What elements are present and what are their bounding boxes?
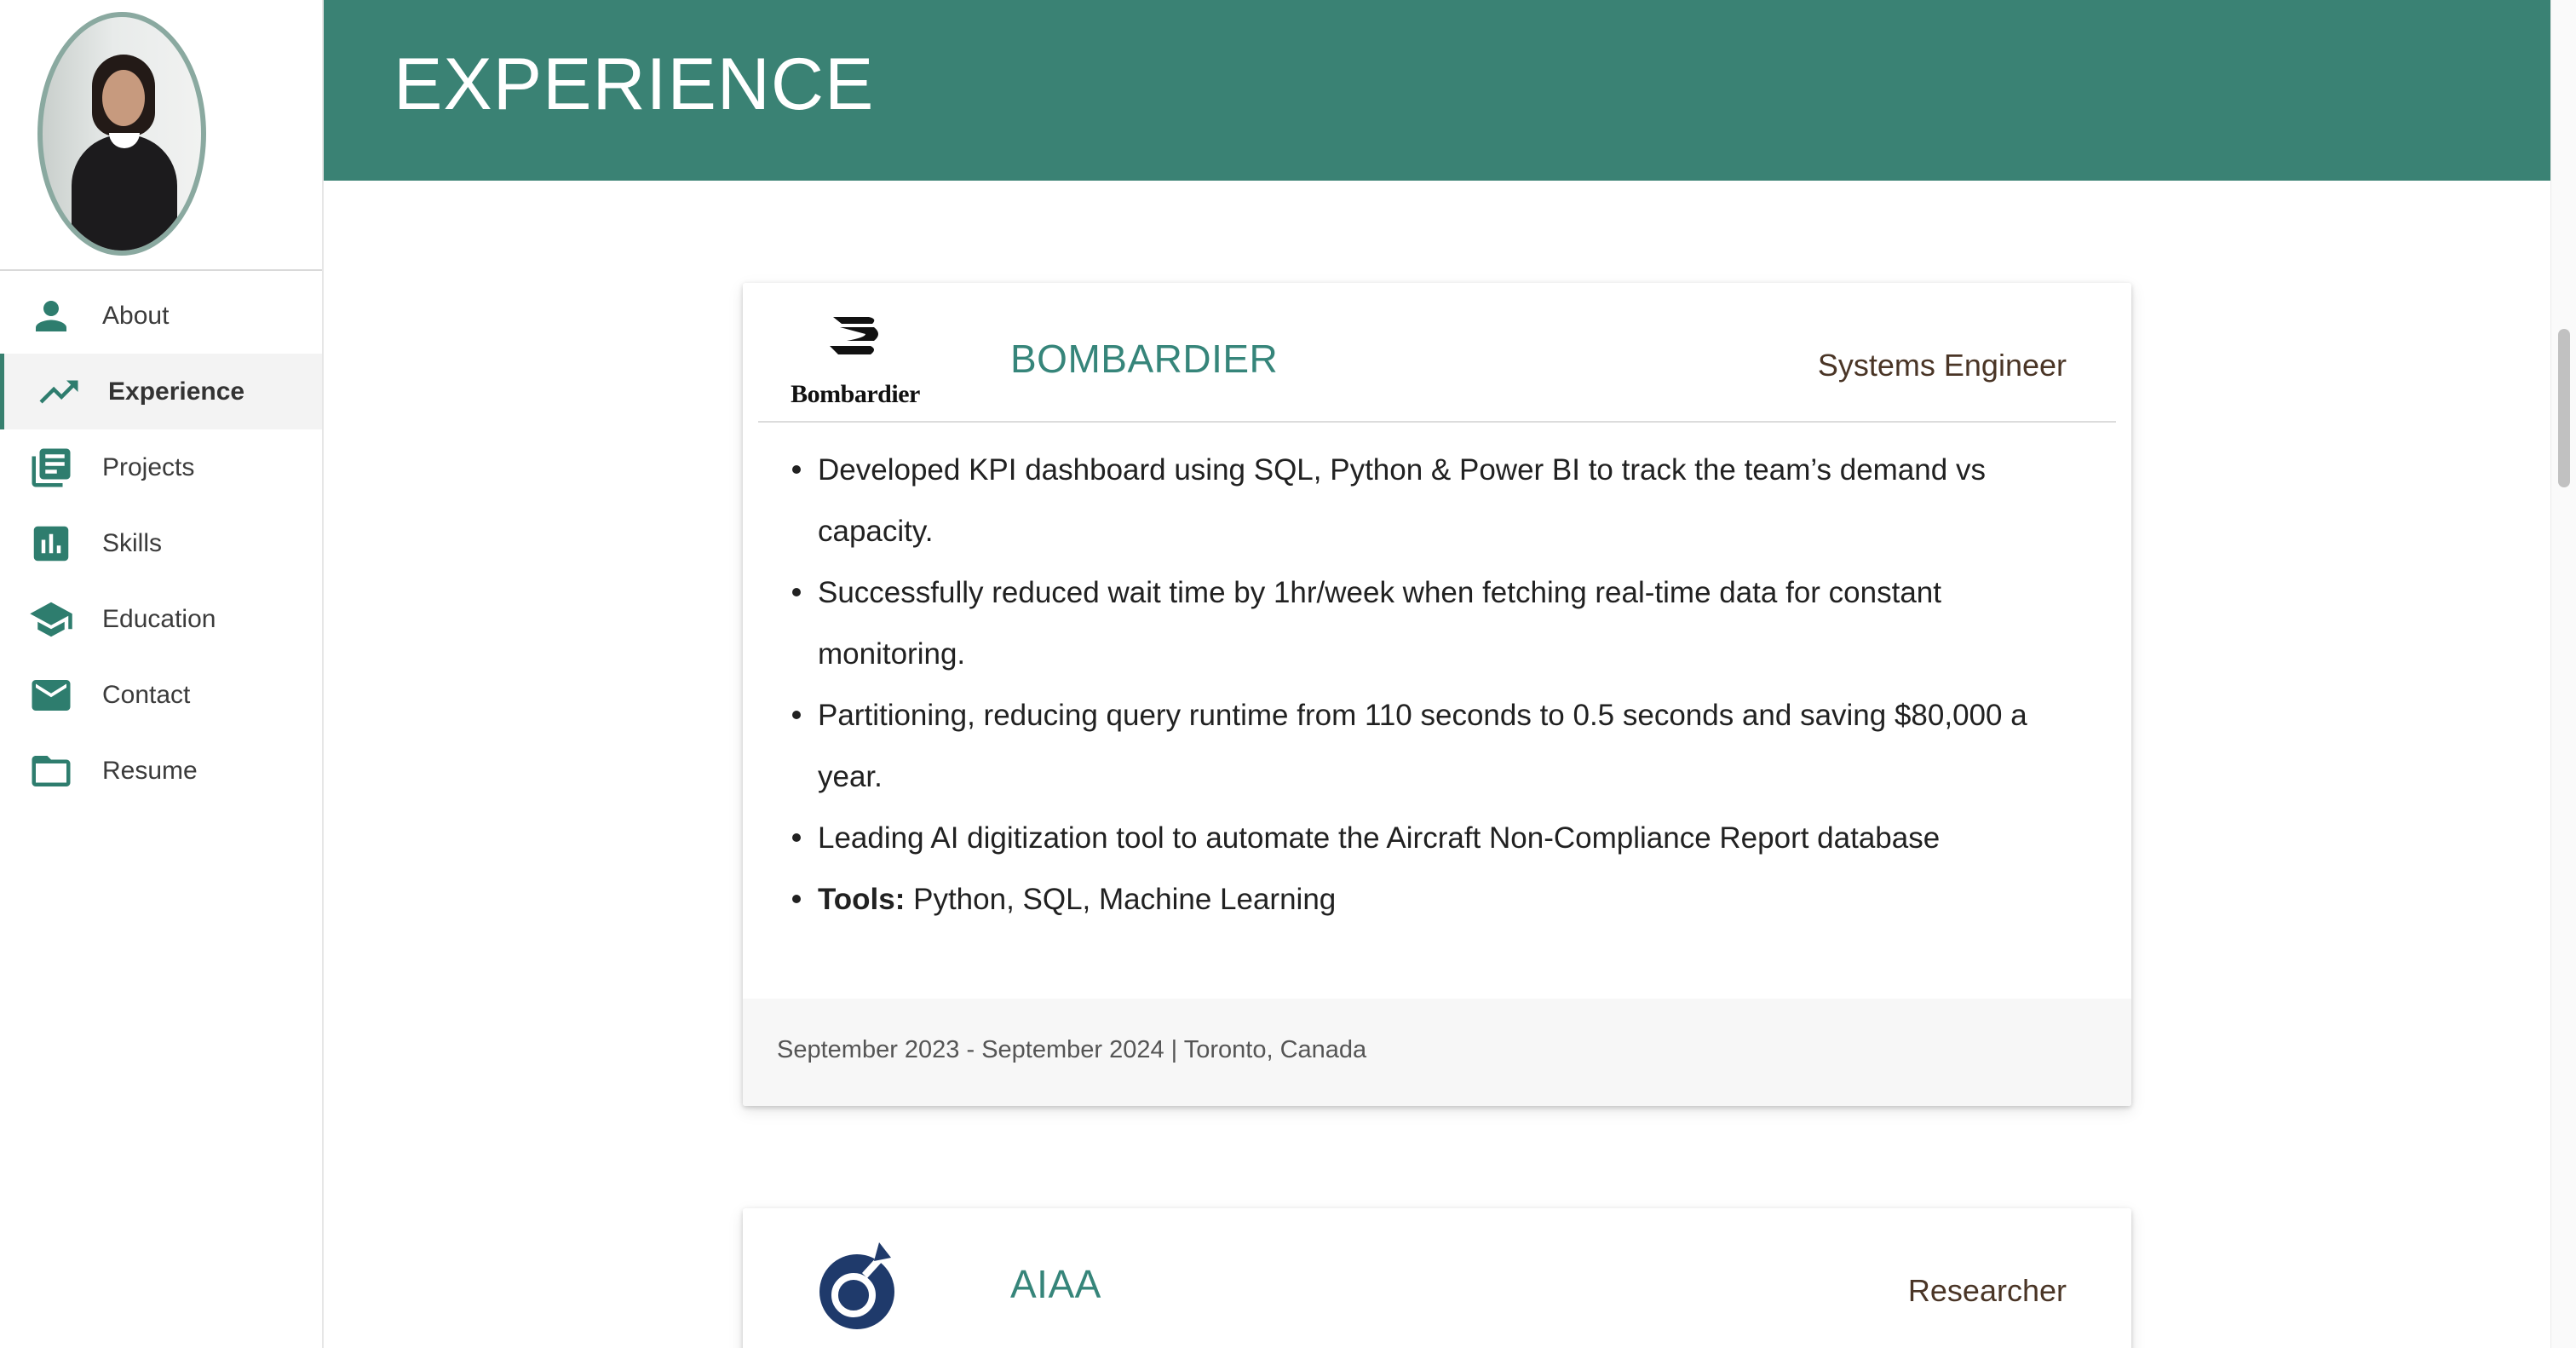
scrollbar[interactable] [2550, 0, 2576, 1348]
experience-card: Bombardier BOMBARDIER Systems Engineer D… [743, 283, 2131, 1106]
sidebar-item-contact[interactable]: Contact [0, 657, 322, 733]
sidebar-item-projects[interactable]: Projects [0, 429, 322, 505]
list-item: Developed KPI dashboard using SQL, Pytho… [792, 440, 2070, 562]
job-title: Systems Engineer [1817, 348, 2067, 383]
job-title: Researcher [1907, 1273, 2067, 1308]
sidebar-item-label: Projects [102, 452, 195, 481]
date-location: September 2023 - September 2024 | Toront… [777, 1036, 1367, 1063]
logo-text: Bombardier [791, 380, 920, 408]
sidebar-item-skills[interactable]: Skills [0, 505, 322, 581]
company-name: BOMBARDIER [1010, 337, 1279, 381]
list-item: Partitioning, reducing query runtime fro… [792, 685, 2070, 808]
tools-label: Tools: [818, 883, 906, 916]
sidebar-item-education[interactable]: Education [0, 581, 322, 657]
page-title: EXPERIENCE [394, 43, 875, 125]
app-window: About Experience Projects Skills Educati… [0, 0, 2576, 1348]
sidebar-item-resume[interactable]: Resume [0, 733, 322, 809]
sidebar-item-label: About [102, 301, 170, 330]
school-icon [27, 596, 75, 643]
tools-value: Python, SQL, Machine Learning [905, 883, 1337, 916]
sidebar-item-label: Experience [108, 377, 245, 406]
trending-up-icon [35, 368, 83, 416]
mail-icon [27, 671, 75, 719]
aiaa-logo [779, 1239, 932, 1333]
avatar-section [0, 0, 322, 271]
card-body: Developed KPI dashboard using SQL, Pytho… [743, 423, 2131, 930]
sidebar-item-label: Contact [102, 680, 191, 709]
bar-chart-icon [27, 520, 75, 567]
scrollbar-thumb[interactable] [2558, 329, 2570, 487]
list-item: Leading AI digitization tool to automate… [792, 808, 2070, 869]
experience-card: AIAA Researcher [743, 1208, 2131, 1348]
list-item: Successfully reduced wait time by 1hr/we… [792, 562, 2070, 685]
sidebar-item-experience[interactable]: Experience [0, 354, 322, 429]
sidebar-item-label: Skills [102, 528, 163, 557]
person-icon [27, 292, 75, 340]
company-name: AIAA [1010, 1262, 1101, 1306]
folder-icon [27, 747, 75, 795]
bullet-list: Developed KPI dashboard using SQL, Pytho… [743, 440, 2131, 930]
card-header: Bombardier BOMBARDIER Systems Engineer [758, 283, 2116, 423]
sidebar-nav: About Experience Projects Skills Educati… [0, 278, 322, 809]
sidebar-item-about[interactable]: About [0, 278, 322, 354]
sidebar-item-label: Resume [102, 756, 198, 785]
card-footer: September 2023 - September 2024 | Toront… [743, 999, 2131, 1106]
sidebar: About Experience Projects Skills Educati… [0, 0, 324, 1348]
sidebar-item-label: Education [102, 604, 216, 633]
list-item-tools: Tools: Python, SQL, Machine Learning [792, 869, 2070, 930]
library-books-icon [27, 444, 75, 492]
avatar [37, 12, 206, 256]
card-header: AIAA Researcher [758, 1208, 2116, 1348]
bombardier-logo: Bombardier [779, 314, 932, 408]
page-header: EXPERIENCE [324, 0, 2550, 181]
